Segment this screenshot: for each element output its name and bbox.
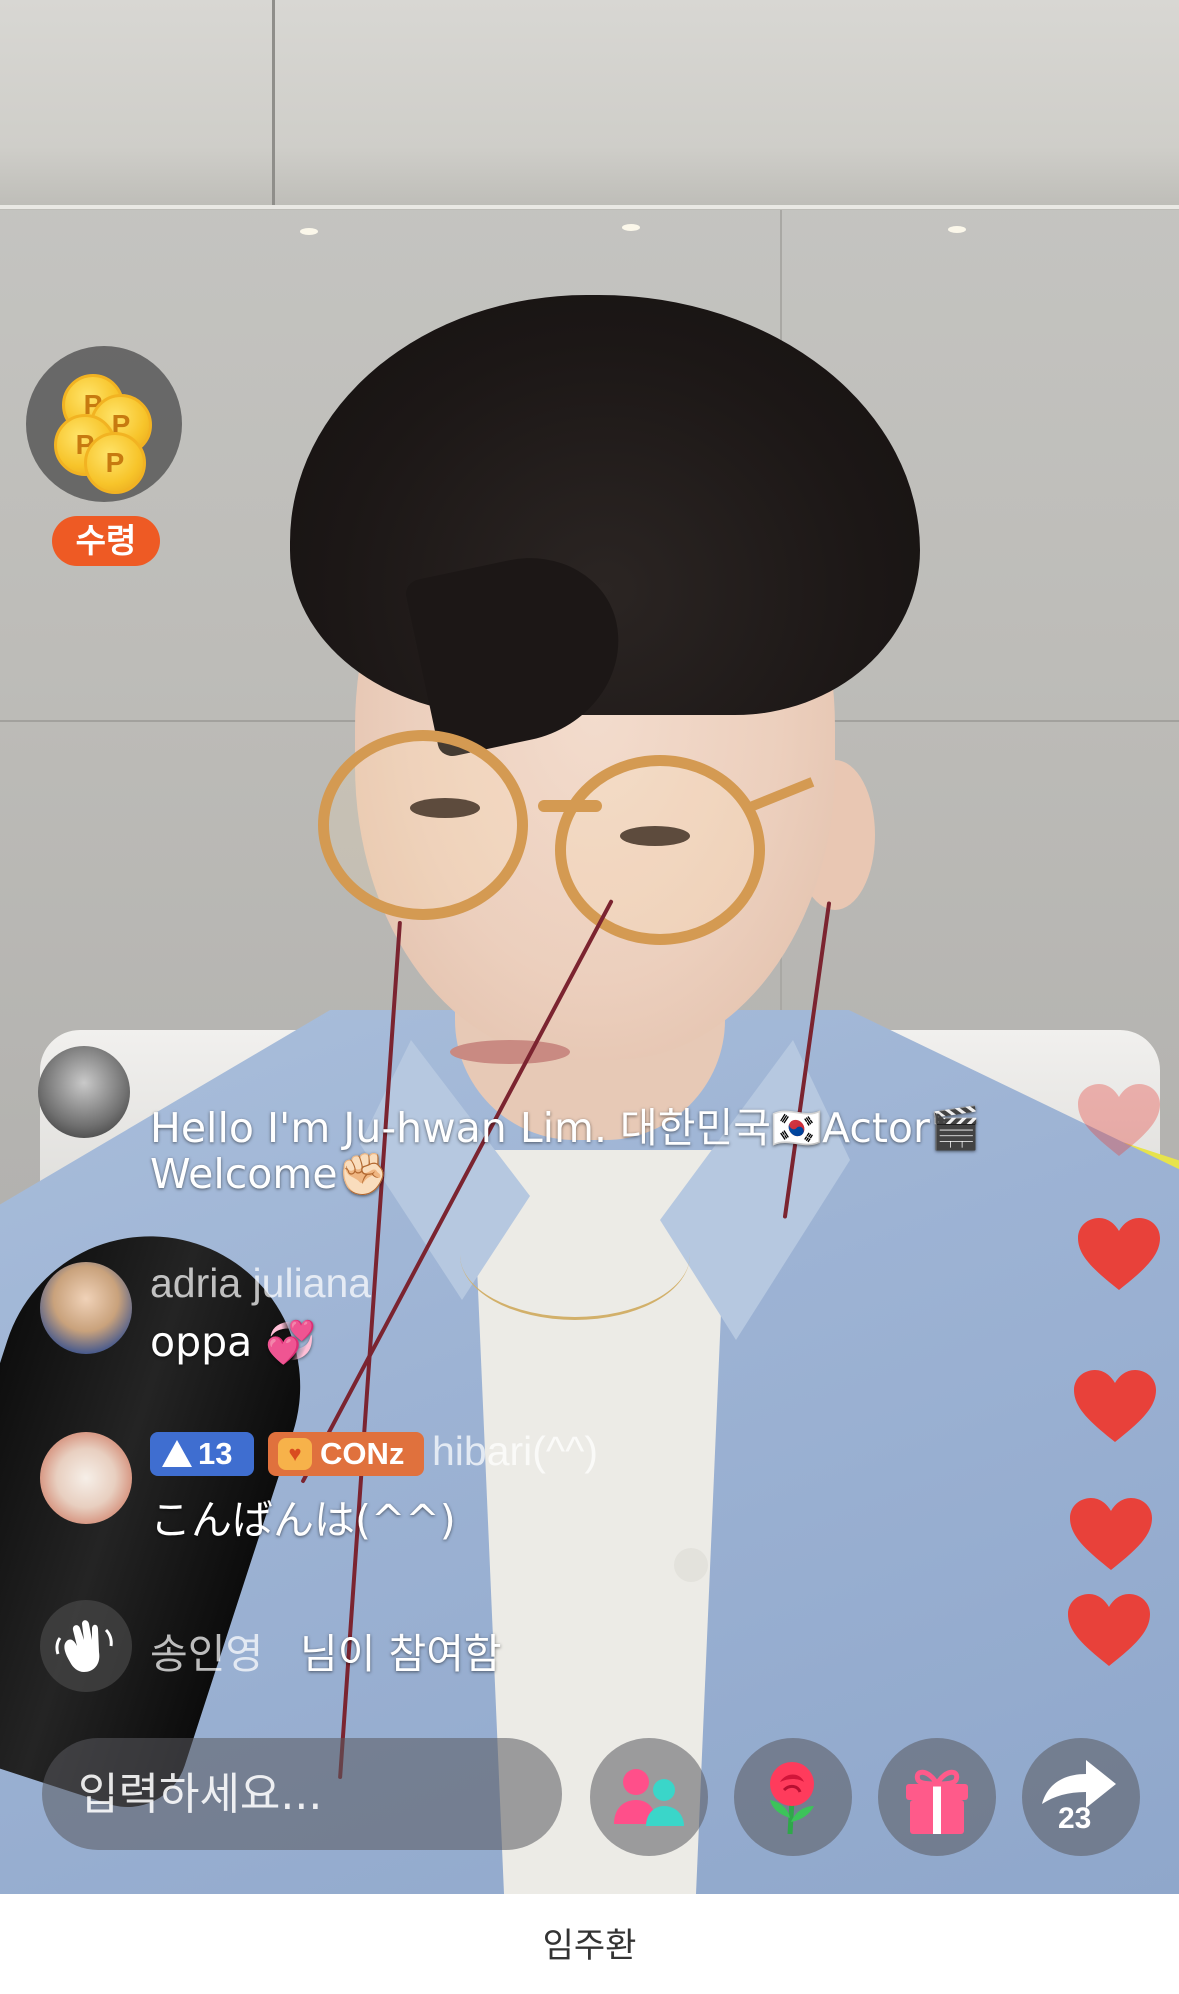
ceiling-edge [0, 205, 1179, 209]
reward-claim-badge[interactable]: 수령 [52, 516, 160, 566]
level-icon [162, 1440, 192, 1467]
level-badge: 13 [150, 1432, 254, 1476]
avatar[interactable] [40, 1262, 132, 1354]
heart-icon [1074, 1214, 1164, 1294]
gift-icon [906, 1769, 968, 1834]
chat-message-text: oppa 💞 [150, 1318, 317, 1366]
ceiling [0, 0, 1179, 210]
join-notice: 님이 참여함 [300, 1630, 502, 1678]
share-button[interactable]: 23 [1022, 1738, 1140, 1856]
rose-button[interactable] [734, 1738, 852, 1856]
ceiling-light [948, 226, 966, 233]
fan-badge: ♥ CONz [268, 1432, 424, 1476]
avatar[interactable] [40, 1432, 132, 1524]
bottom-action-bar: 23 [0, 1730, 1179, 1870]
people-icon [614, 1769, 684, 1826]
join-username[interactable]: 송인영 [150, 1620, 263, 1680]
gift-button[interactable] [878, 1738, 996, 1856]
glasses-lens-left [318, 730, 528, 920]
chat-message-text: Hello I'm Ju-hwan Lim. 대한민국🇰🇷Actor🎬 [150, 1104, 981, 1152]
reward-widget[interactable]: P P P P 수령 [26, 346, 184, 566]
avatar[interactable] [38, 1046, 130, 1138]
heart-icon [1066, 1494, 1156, 1574]
chat-message-text: こんばんは(^^) [150, 1496, 456, 1544]
heart-icon [1064, 1590, 1154, 1670]
fan-heart-icon: ♥ [278, 1438, 312, 1470]
comment-input[interactable] [78, 1738, 538, 1850]
streamer-name: 임주환 [542, 1926, 637, 1966]
fan-badge-label: CONz [320, 1436, 405, 1471]
level-value: 13 [198, 1436, 233, 1471]
chat-message-text: Welcome✊🏻 [150, 1150, 389, 1198]
shirt-button [674, 1548, 708, 1582]
wave-icon [40, 1600, 132, 1692]
necklace [460, 1190, 690, 1320]
footer: 임주환 [0, 1894, 1179, 1994]
coin-icon: P [84, 432, 146, 494]
mouth [450, 1040, 570, 1064]
reward-coins-icon: P P P P [26, 346, 182, 502]
share-count: 23 [1058, 1802, 1092, 1835]
glasses-lens-right [555, 755, 765, 945]
ceiling-light [300, 228, 318, 235]
ceiling-joint [272, 0, 275, 208]
ceiling-light [622, 224, 640, 231]
share-icon [1042, 1760, 1116, 1808]
chat-username[interactable]: adria juliana [150, 1260, 371, 1307]
comment-input-container[interactable] [42, 1738, 562, 1850]
glasses-bridge [538, 800, 602, 812]
rose-icon [770, 1762, 814, 1835]
heart-icon [1074, 1080, 1164, 1160]
guests-button[interactable] [590, 1738, 708, 1856]
heart-icon [1070, 1366, 1160, 1446]
live-video [0, 0, 1179, 1894]
chat-username[interactable]: hibari(^^) [432, 1428, 598, 1475]
